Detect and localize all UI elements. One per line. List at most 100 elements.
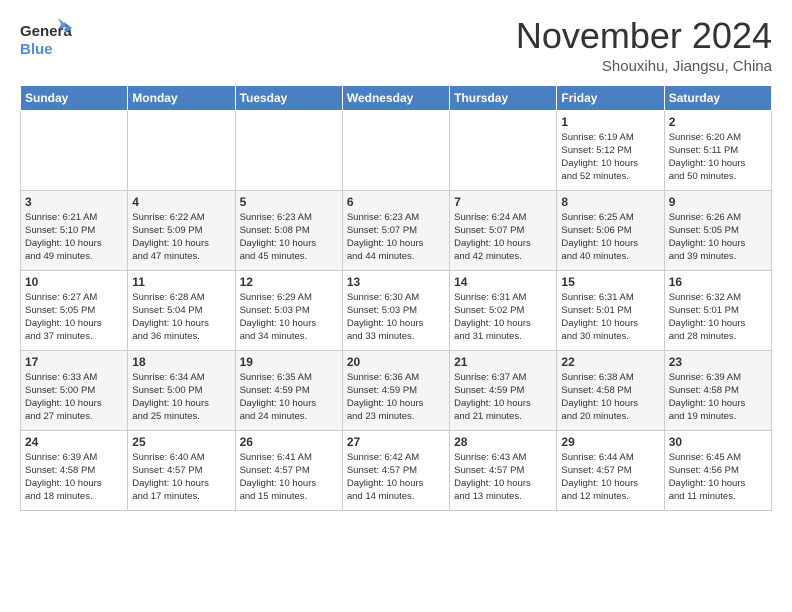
day-number: 18 — [132, 355, 230, 369]
day-number: 21 — [454, 355, 552, 369]
col-header-tuesday: Tuesday — [235, 85, 342, 110]
day-info: Sunrise: 6:31 AMSunset: 5:01 PMDaylight:… — [561, 291, 659, 344]
day-info: Sunrise: 6:28 AMSunset: 5:04 PMDaylight:… — [132, 291, 230, 344]
day-cell: 29 Sunrise: 6:44 AMSunset: 4:57 PMDayligh… — [557, 430, 664, 510]
day-info: Sunrise: 6:30 AMSunset: 5:03 PMDaylight:… — [347, 291, 445, 344]
day-number: 1 — [561, 115, 659, 129]
day-info: Sunrise: 6:23 AMSunset: 5:07 PMDaylight:… — [347, 211, 445, 264]
day-cell: 17 Sunrise: 6:33 AMSunset: 5:00 PMDayligh… — [21, 350, 128, 430]
day-info: Sunrise: 6:33 AMSunset: 5:00 PMDaylight:… — [25, 371, 123, 424]
day-number: 20 — [347, 355, 445, 369]
day-info: Sunrise: 6:22 AMSunset: 5:09 PMDaylight:… — [132, 211, 230, 264]
day-number: 29 — [561, 435, 659, 449]
day-info: Sunrise: 6:39 AMSunset: 4:58 PMDaylight:… — [669, 371, 767, 424]
week-row-3: 10 Sunrise: 6:27 AMSunset: 5:05 PMDayligh… — [21, 270, 772, 350]
day-cell: 2Sunrise: 6:20 AMSunset: 5:11 PMDaylight… — [664, 110, 771, 190]
day-cell: 19 Sunrise: 6:35 AMSunset: 4:59 PMDayligh… — [235, 350, 342, 430]
day-info: Sunrise: 6:32 AMSunset: 5:01 PMDaylight:… — [669, 291, 767, 344]
day-number: 5 — [240, 195, 338, 209]
day-cell: 15 Sunrise: 6:31 AMSunset: 5:01 PMDayligh… — [557, 270, 664, 350]
day-number: 25 — [132, 435, 230, 449]
day-cell — [21, 110, 128, 190]
header: General Blue November 2024 Shouxihu, Jia… — [20, 16, 772, 75]
day-cell: 20 Sunrise: 6:36 AMSunset: 4:59 PMDayligh… — [342, 350, 449, 430]
svg-text:Blue: Blue — [20, 41, 53, 58]
day-info: Sunrise: 6:43 AMSunset: 4:57 PMDaylight:… — [454, 451, 552, 504]
day-info: Sunrise: 6:36 AMSunset: 4:59 PMDaylight:… — [347, 371, 445, 424]
day-number: 10 — [25, 275, 123, 289]
day-cell: 16 Sunrise: 6:32 AMSunset: 5:01 PMDayligh… — [664, 270, 771, 350]
day-cell: 7 Sunrise: 6:24 AMSunset: 5:07 PMDaylight… — [450, 190, 557, 270]
day-info: Sunrise: 6:26 AMSunset: 5:05 PMDaylight:… — [669, 211, 767, 264]
day-info: Sunrise: 6:23 AMSunset: 5:08 PMDaylight:… — [240, 211, 338, 264]
day-info: Sunrise: 6:25 AMSunset: 5:06 PMDaylight:… — [561, 211, 659, 264]
day-cell: 4 Sunrise: 6:22 AMSunset: 5:09 PMDaylight… — [128, 190, 235, 270]
location: Shouxihu, Jiangsu, China — [516, 58, 772, 75]
col-header-friday: Friday — [557, 85, 664, 110]
day-cell: 26Sunrise: 6:41 AMSunset: 4:57 PMDayligh… — [235, 430, 342, 510]
day-number: 14 — [454, 275, 552, 289]
week-row-4: 17 Sunrise: 6:33 AMSunset: 5:00 PMDayligh… — [21, 350, 772, 430]
day-number: 4 — [132, 195, 230, 209]
day-info: Sunrise: 6:45 AMSunset: 4:56 PMDaylight:… — [669, 451, 767, 504]
day-number: 13 — [347, 275, 445, 289]
day-cell: 28 Sunrise: 6:43 AMSunset: 4:57 PMDayligh… — [450, 430, 557, 510]
day-cell: 3Sunrise: 6:21 AMSunset: 5:10 PMDaylight… — [21, 190, 128, 270]
day-cell: 5 Sunrise: 6:23 AMSunset: 5:08 PMDaylight… — [235, 190, 342, 270]
logo-icon: General Blue — [20, 16, 72, 64]
col-header-thursday: Thursday — [450, 85, 557, 110]
day-info: Sunrise: 6:27 AMSunset: 5:05 PMDaylight:… — [25, 291, 123, 344]
day-cell: 22Sunrise: 6:38 AMSunset: 4:58 PMDayligh… — [557, 350, 664, 430]
week-row-2: 3Sunrise: 6:21 AMSunset: 5:10 PMDaylight… — [21, 190, 772, 270]
day-cell — [128, 110, 235, 190]
day-cell: 24 Sunrise: 6:39 AMSunset: 4:58 PMDayligh… — [21, 430, 128, 510]
day-info: Sunrise: 6:35 AMSunset: 4:59 PMDaylight:… — [240, 371, 338, 424]
day-cell: 12Sunrise: 6:29 AMSunset: 5:03 PMDayligh… — [235, 270, 342, 350]
day-info: Sunrise: 6:37 AMSunset: 4:59 PMDaylight:… — [454, 371, 552, 424]
col-header-sunday: Sunday — [21, 85, 128, 110]
day-cell: 1 Sunrise: 6:19 AMSunset: 5:12 PMDaylight… — [557, 110, 664, 190]
day-info: Sunrise: 6:41 AMSunset: 4:57 PMDaylight:… — [240, 451, 338, 504]
title-block: November 2024 Shouxihu, Jiangsu, China — [516, 16, 772, 75]
day-cell: 11Sunrise: 6:28 AMSunset: 5:04 PMDayligh… — [128, 270, 235, 350]
day-number: 15 — [561, 275, 659, 289]
calendar-table: SundayMondayTuesdayWednesdayThursdayFrid… — [20, 85, 772, 511]
month-title: November 2024 — [516, 16, 772, 56]
day-info: Sunrise: 6:38 AMSunset: 4:58 PMDaylight:… — [561, 371, 659, 424]
day-number: 2 — [669, 115, 767, 129]
day-number: 23 — [669, 355, 767, 369]
page-container: General Blue November 2024 Shouxihu, Jia… — [0, 0, 792, 521]
col-header-saturday: Saturday — [664, 85, 771, 110]
day-info: Sunrise: 6:34 AMSunset: 5:00 PMDaylight:… — [132, 371, 230, 424]
day-cell: 13 Sunrise: 6:30 AMSunset: 5:03 PMDayligh… — [342, 270, 449, 350]
day-cell: 9 Sunrise: 6:26 AMSunset: 5:05 PMDaylight… — [664, 190, 771, 270]
week-row-1: 1 Sunrise: 6:19 AMSunset: 5:12 PMDaylight… — [21, 110, 772, 190]
day-info: Sunrise: 6:39 AMSunset: 4:58 PMDaylight:… — [25, 451, 123, 504]
day-cell: 30Sunrise: 6:45 AMSunset: 4:56 PMDayligh… — [664, 430, 771, 510]
day-number: 28 — [454, 435, 552, 449]
day-cell: 25 Sunrise: 6:40 AMSunset: 4:57 PMDayligh… — [128, 430, 235, 510]
day-cell: 6Sunrise: 6:23 AMSunset: 5:07 PMDaylight… — [342, 190, 449, 270]
day-cell: 18 Sunrise: 6:34 AMSunset: 5:00 PMDayligh… — [128, 350, 235, 430]
day-number: 24 — [25, 435, 123, 449]
day-info: Sunrise: 6:19 AMSunset: 5:12 PMDaylight:… — [561, 131, 659, 184]
day-number: 7 — [454, 195, 552, 209]
day-cell: 10 Sunrise: 6:27 AMSunset: 5:05 PMDayligh… — [21, 270, 128, 350]
day-cell: 27 Sunrise: 6:42 AMSunset: 4:57 PMDayligh… — [342, 430, 449, 510]
day-info: Sunrise: 6:40 AMSunset: 4:57 PMDaylight:… — [132, 451, 230, 504]
day-number: 9 — [669, 195, 767, 209]
day-info: Sunrise: 6:24 AMSunset: 5:07 PMDaylight:… — [454, 211, 552, 264]
day-number: 17 — [25, 355, 123, 369]
col-header-monday: Monday — [128, 85, 235, 110]
day-number: 8 — [561, 195, 659, 209]
day-number: 16 — [669, 275, 767, 289]
day-number: 27 — [347, 435, 445, 449]
day-cell: 21 Sunrise: 6:37 AMSunset: 4:59 PMDayligh… — [450, 350, 557, 430]
col-header-wednesday: Wednesday — [342, 85, 449, 110]
day-number: 19 — [240, 355, 338, 369]
day-info: Sunrise: 6:44 AMSunset: 4:57 PMDaylight:… — [561, 451, 659, 504]
day-cell — [342, 110, 449, 190]
day-info: Sunrise: 6:42 AMSunset: 4:57 PMDaylight:… — [347, 451, 445, 504]
day-info: Sunrise: 6:29 AMSunset: 5:03 PMDaylight:… — [240, 291, 338, 344]
day-cell: 23 Sunrise: 6:39 AMSunset: 4:58 PMDayligh… — [664, 350, 771, 430]
